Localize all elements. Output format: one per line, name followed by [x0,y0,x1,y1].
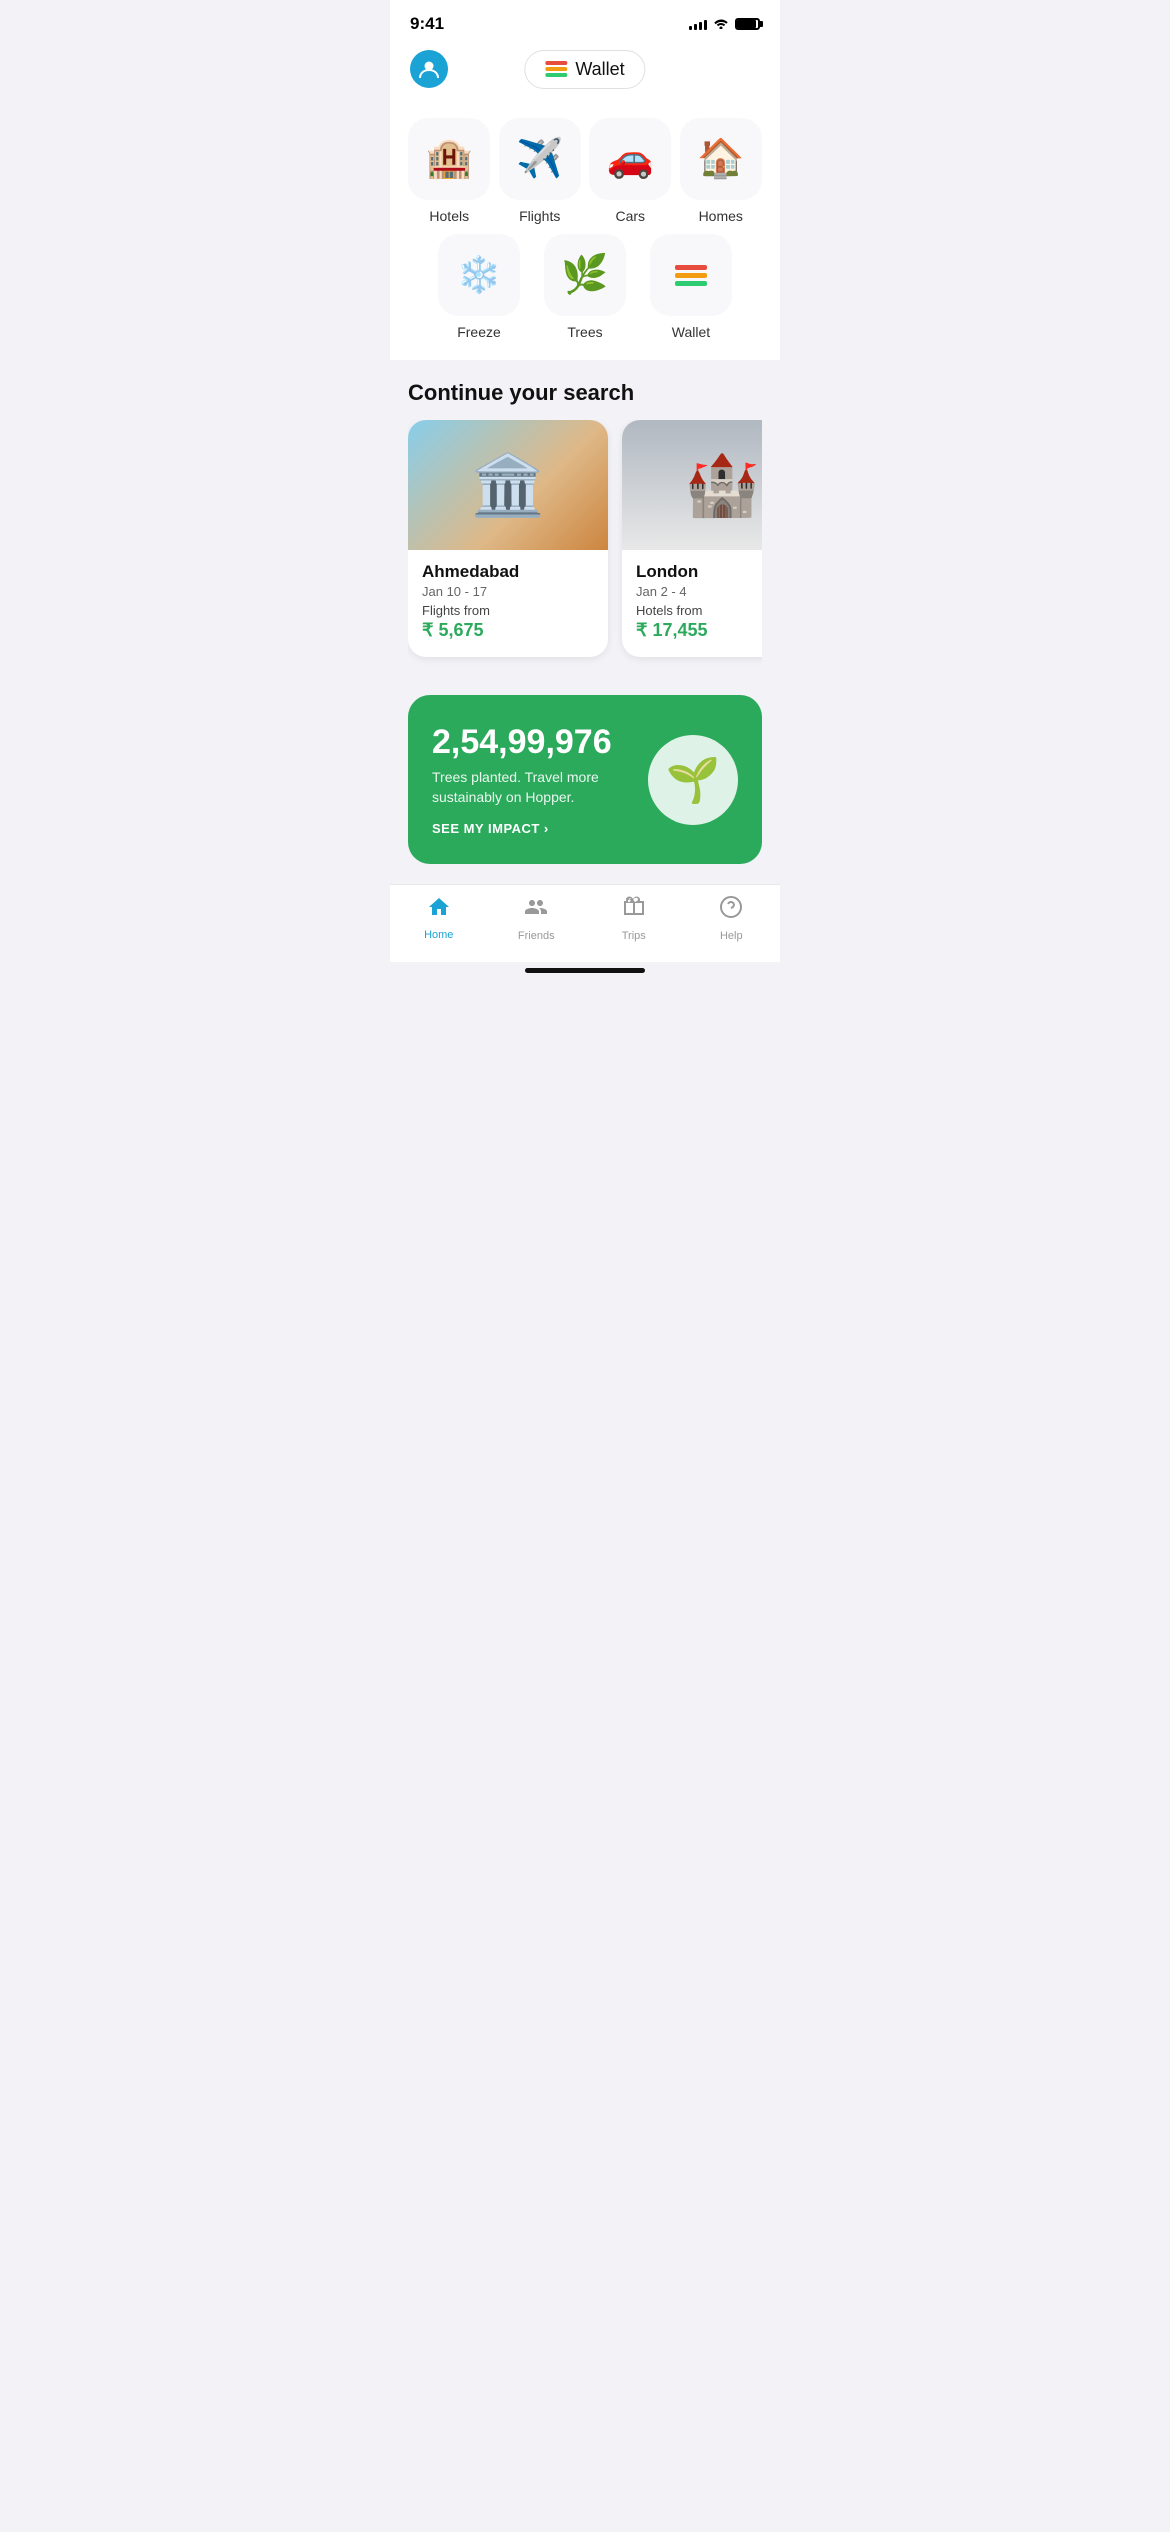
wallet-stack-icon [545,61,567,77]
london-dates: Jan 2 - 4 [636,584,762,599]
tree-emoji: 🌱 [666,754,721,806]
flights-label: Flights [519,208,560,224]
wallet-category-icon [650,234,732,316]
cars-icon: 🚗 [589,118,671,200]
home-indicator [390,962,780,983]
trees-description: Trees planted. Travel more sustainably o… [432,768,648,807]
hotels-icon: 🏨 [408,118,490,200]
trees-label: Trees [567,324,602,340]
london-body: London Jan 2 - 4 Hotels from ₹ 17,455 [622,550,762,657]
ahmedabad-dates: Jan 10 - 17 [422,584,594,599]
search-scroll[interactable]: Ahmedabad Jan 10 - 17 Flights from ₹ 5,6… [408,420,762,667]
freeze-label: Freeze [457,324,501,340]
trees-banner[interactable]: 2,54,99,976 Trees planted. Travel more s… [408,695,762,864]
cars-label: Cars [615,208,645,224]
london-type: Hotels from [636,603,762,618]
london-city: London [636,562,762,582]
friends-nav-label: Friends [518,930,555,942]
bottom-navigation: Home Friends Trips Help [390,884,780,962]
trees-icon: 🌿 [544,234,626,316]
continue-search-section: Continue your search Ahmedabad Jan 10 - … [390,360,780,677]
wallet2-label: Wallet [672,324,710,340]
nav-home[interactable]: Home [409,895,469,942]
home-nav-icon [427,895,451,925]
category-homes[interactable]: 🏠 Homes [680,118,762,224]
ahmedabad-image [408,420,608,550]
london-price: ₹ 17,455 [636,620,762,641]
category-hotels[interactable]: 🏨 Hotels [408,118,490,224]
battery-icon [735,18,760,30]
trees-cta-button[interactable]: SEE MY IMPACT › [432,821,648,836]
home-bar [525,968,645,973]
trips-nav-icon [622,895,646,926]
wallet-button[interactable]: Wallet [524,50,645,89]
status-bar: 9:41 [390,0,780,40]
avatar[interactable] [410,50,448,88]
category-flights[interactable]: ✈️ Flights [499,118,581,224]
trees-count: 2,54,99,976 [432,723,648,762]
ahmedabad-body: Ahmedabad Jan 10 - 17 Flights from ₹ 5,6… [408,550,608,657]
trees-content: 2,54,99,976 Trees planted. Travel more s… [432,723,648,836]
homes-label: Homes [699,208,743,224]
nav-trips[interactable]: Trips [604,895,664,942]
categories-section: 🏨 Hotels ✈️ Flights 🚗 Cars 🏠 Homes ❄️ Fr… [390,104,780,360]
wallet-label: Wallet [575,59,624,80]
freeze-icon: ❄️ [438,234,520,316]
category-cars[interactable]: 🚗 Cars [589,118,671,224]
search-card-ahmedabad[interactable]: Ahmedabad Jan 10 - 17 Flights from ₹ 5,6… [408,420,608,657]
london-image [622,420,762,550]
trips-nav-label: Trips [622,930,646,942]
trees-logo-icon: 🌱 [648,735,738,825]
homes-icon: 🏠 [680,118,762,200]
category-wallet[interactable]: Wallet [650,234,732,340]
category-trees[interactable]: 🌿 Trees [544,234,626,340]
signal-icon [689,18,707,30]
category-freeze[interactable]: ❄️ Freeze [438,234,520,340]
category-row-1: 🏨 Hotels ✈️ Flights 🚗 Cars 🏠 Homes [404,118,766,224]
status-time: 9:41 [410,14,444,34]
ahmedabad-city: Ahmedabad [422,562,594,582]
category-row-2: ❄️ Freeze 🌿 Trees Wallet [404,234,766,340]
nav-friends[interactable]: Friends [506,895,566,942]
hotels-label: Hotels [429,208,469,224]
ahmedabad-price: ₹ 5,675 [422,620,594,641]
continue-search-title: Continue your search [408,380,762,406]
home-nav-label: Home [424,929,453,941]
nav-help[interactable]: Help [701,895,761,942]
friends-nav-icon [524,895,548,926]
ahmedabad-type: Flights from [422,603,594,618]
trees-cta-arrow: › [544,821,549,836]
search-card-london[interactable]: London Jan 2 - 4 Hotels from ₹ 17,455 [622,420,762,657]
wifi-icon [713,16,729,32]
help-nav-label: Help [720,930,743,942]
help-nav-icon [719,895,743,926]
trees-cta-label: SEE MY IMPACT [432,821,540,836]
status-icons [689,16,760,32]
header: Wallet [390,40,780,104]
flights-icon: ✈️ [499,118,581,200]
